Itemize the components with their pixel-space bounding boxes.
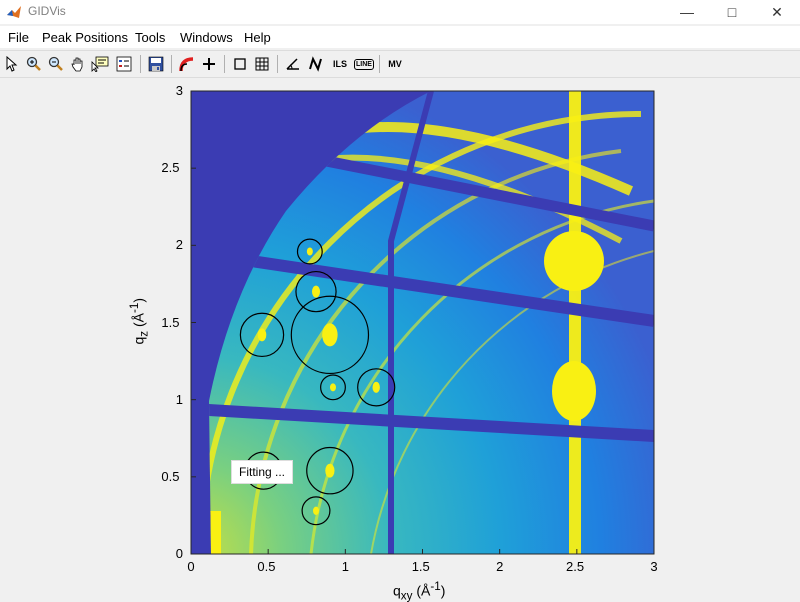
data-cursor-icon[interactable] — [90, 54, 110, 74]
y-tick-label: 2 — [175, 237, 184, 253]
toolbar-separator — [379, 55, 380, 73]
bragg-peak — [329, 383, 336, 392]
menu-help[interactable]: Help — [244, 30, 271, 45]
bragg-peak — [322, 323, 338, 347]
y-tick-label: 0 — [175, 546, 184, 561]
grid-icon[interactable] — [252, 54, 272, 74]
pan-icon[interactable] — [68, 54, 88, 74]
close-icon[interactable]: ✕ — [754, 0, 800, 24]
bragg-peak — [372, 381, 380, 393]
menu-tools[interactable]: Tools — [135, 30, 165, 45]
y-tick-label: 2.5 — [161, 160, 180, 176]
y-tick-label: 0.5 — [161, 468, 180, 484]
window-title: GIDVis — [28, 4, 66, 18]
bragg-peak — [311, 285, 321, 298]
zoom-out-icon[interactable] — [46, 54, 66, 74]
bragg-peak — [325, 463, 335, 478]
gid-image-plot[interactable]: Fitting ... — [191, 91, 654, 554]
x-tick-label: 1 — [341, 559, 349, 574]
x-tick-label: 1.5 — [411, 559, 430, 574]
box-icon[interactable] — [230, 54, 250, 74]
title-bar: GIDVis — □ ✕ — [0, 0, 800, 24]
toolbar-separator — [171, 55, 172, 73]
menu-file[interactable]: File — [8, 30, 29, 45]
x-tick-label: 3 — [650, 559, 658, 574]
fitting-status: Fitting ... — [231, 460, 293, 484]
matlab-icon — [7, 6, 21, 18]
x-tick-label: 0 — [187, 559, 195, 574]
y-tick-label: 3 — [175, 83, 184, 98]
menu-peak-positions[interactable]: Peak Positions — [42, 30, 128, 45]
toolbar-separator — [277, 55, 278, 73]
menu-bar: File Peak Positions Tools Windows Help — [0, 26, 800, 48]
ils-button[interactable]: ILS — [330, 54, 350, 74]
line-button[interactable]: LINE — [354, 54, 374, 74]
crosshair-icon[interactable] — [199, 54, 219, 74]
y-tick-label: 1 — [175, 391, 184, 407]
y-tick-label: 1.5 — [161, 314, 180, 330]
bragg-peak — [313, 506, 320, 515]
bragg-peak — [306, 247, 313, 256]
n-icon[interactable] — [306, 54, 326, 74]
x-tick-label: 0.5 — [257, 559, 276, 574]
bragg-peak — [257, 328, 267, 342]
scattering-image — [191, 91, 654, 554]
y-axis-label: qz (Å-1) — [128, 297, 151, 345]
pointer-icon[interactable] — [2, 54, 22, 74]
toolbar-separator — [140, 55, 141, 73]
legend-icon[interactable] — [114, 54, 134, 74]
x-tick-label: 2 — [496, 559, 504, 574]
menu-windows[interactable]: Windows — [180, 30, 233, 45]
minimize-icon[interactable]: — — [664, 0, 710, 24]
angle-icon[interactable] — [283, 54, 303, 74]
zoom-in-icon[interactable] — [24, 54, 44, 74]
save-icon[interactable] — [146, 54, 166, 74]
toolbar: ILS LINE MV — [0, 50, 800, 78]
mv-button[interactable]: MV — [385, 54, 405, 74]
ring-icon[interactable] — [177, 54, 197, 74]
toolbar-separator — [224, 55, 225, 73]
maximize-icon[interactable]: □ — [709, 0, 755, 24]
x-tick-label: 2.5 — [566, 559, 585, 574]
x-axis-label: qxy (Å-1) — [393, 580, 446, 602]
